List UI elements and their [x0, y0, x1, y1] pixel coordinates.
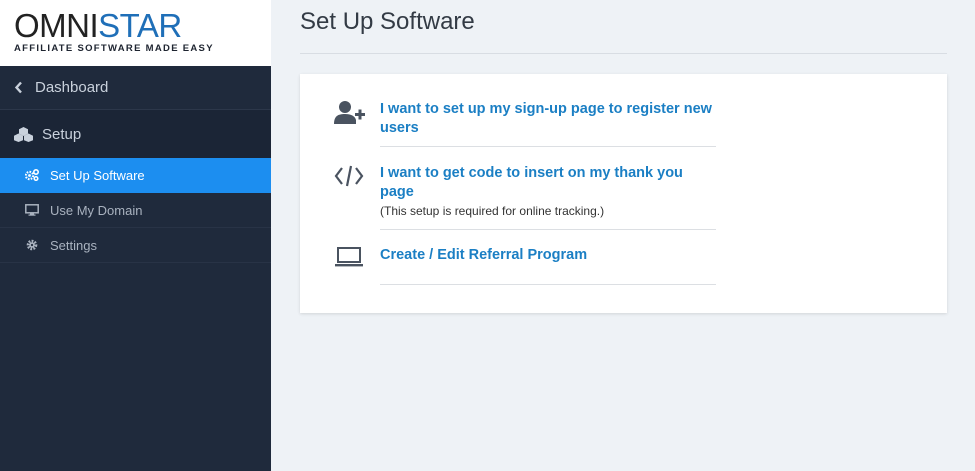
sidebar-item-use-my-domain[interactable]: Use My Domain: [0, 193, 271, 228]
thank-you-code-link[interactable]: I want to get code to insert on my thank…: [380, 164, 716, 202]
nav-dashboard[interactable]: Dashboard: [0, 66, 271, 110]
gears-icon: [25, 169, 39, 181]
laptop-icon: [334, 246, 380, 285]
sidebar-item-label: Settings: [50, 237, 97, 253]
referral-program-link[interactable]: Create / Edit Referral Program: [380, 246, 716, 265]
sidebar: OMNISTAR AFFILIATE SOFTWARE MADE EASY Da…: [0, 0, 271, 471]
option-thank-you-code: I want to get code to insert on my thank…: [334, 164, 716, 230]
main-content: Set Up Software I want to set up my sign…: [271, 0, 975, 471]
sidebar-item-label: Set Up Software: [50, 167, 145, 183]
monitor-icon: [25, 204, 39, 216]
signup-page-link[interactable]: I want to set up my sign-up page to regi…: [380, 100, 716, 138]
sidebar-item-label: Use My Domain: [50, 202, 143, 218]
chevron-left-icon: [14, 81, 24, 94]
nav-setup[interactable]: Setup: [0, 110, 271, 158]
page-title: Set Up Software: [300, 8, 475, 35]
logo[interactable]: OMNISTAR AFFILIATE SOFTWARE MADE EASY: [0, 0, 271, 66]
logo-tagline: AFFILIATE SOFTWARE MADE EASY: [14, 43, 214, 54]
tracking-note: (This setup is required for online track…: [380, 204, 605, 218]
sidebar-item-settings[interactable]: Settings: [0, 228, 271, 263]
code-icon: [334, 164, 380, 230]
gear-icon: [25, 239, 39, 251]
option-signup-page: I want to set up my sign-up page to regi…: [334, 100, 716, 147]
add-user-icon: [334, 100, 380, 147]
cubes-icon: [14, 126, 33, 142]
divider: [300, 53, 947, 54]
setup-options-card: I want to set up my sign-up page to regi…: [300, 74, 947, 313]
option-referral-program: Create / Edit Referral Program: [334, 246, 716, 285]
nav-dashboard-label: Dashboard: [35, 79, 109, 96]
nav-setup-label: Setup: [42, 125, 82, 143]
sidebar-item-set-up-software[interactable]: Set Up Software: [0, 158, 271, 193]
logo-wordmark: OMNISTAR: [14, 7, 182, 44]
